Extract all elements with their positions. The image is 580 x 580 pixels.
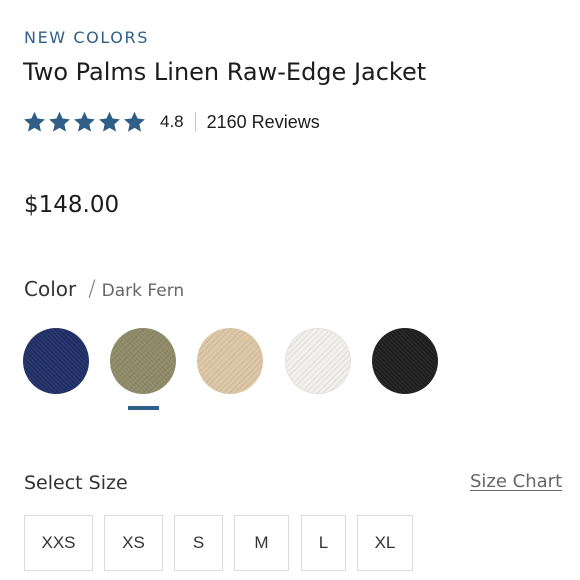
color-label-row: Color / Dark Fern [24, 277, 184, 302]
selected-swatch-indicator [128, 406, 159, 410]
swatch-black[interactable] [372, 328, 438, 394]
swatch-navy[interactable] [23, 328, 89, 394]
star-icon [98, 111, 123, 133]
size-option-xl[interactable]: XL [357, 515, 413, 571]
swatch-white[interactable] [285, 328, 351, 394]
rating-value: 4.8 [160, 112, 184, 131]
swatch-dark-fern[interactable] [110, 328, 176, 394]
price: $148.00 [24, 192, 120, 218]
color-selected-value: Dark Fern [101, 281, 185, 301]
color-label: Color [24, 277, 77, 301]
size-chart-link[interactable]: Size Chart [470, 471, 562, 492]
star-icon [48, 111, 73, 133]
rating-row: 4.8 2160 Reviews [23, 108, 320, 136]
eyebrow-label: NEW COLORS [24, 28, 149, 47]
rating-stars[interactable] [23, 111, 148, 133]
reviews-link[interactable]: 2160 Reviews [207, 112, 320, 133]
size-option-m[interactable]: M [234, 515, 289, 571]
swatch-sand[interactable] [197, 328, 263, 394]
star-icon [123, 111, 148, 133]
star-icon [23, 111, 48, 133]
rating-divider [194, 112, 196, 132]
size-heading: Select Size [24, 472, 128, 494]
size-option-l[interactable]: L [301, 515, 346, 571]
color-separator: / [88, 277, 96, 302]
product-title: Two Palms Linen Raw-Edge Jacket [23, 58, 427, 86]
size-option-xxs[interactable]: XXS [24, 515, 93, 571]
star-icon [73, 111, 98, 133]
size-option-xs[interactable]: XS [104, 515, 163, 571]
size-option-s[interactable]: S [174, 515, 223, 571]
